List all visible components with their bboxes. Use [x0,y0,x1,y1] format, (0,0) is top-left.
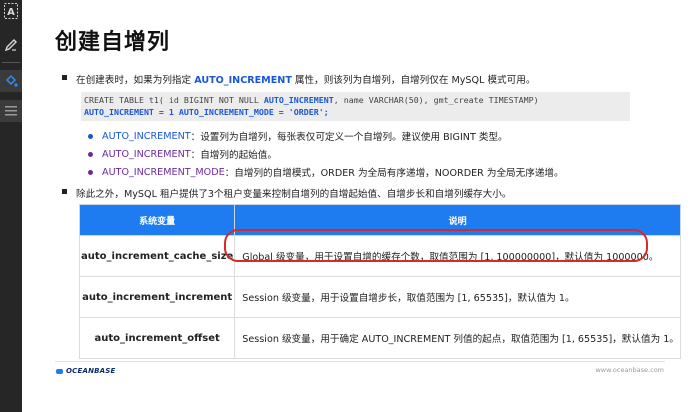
footer-url: www.oceanbase.com [595,366,664,374]
bullet-auto-increment-intro: 在创建表时，如果为列指定 AUTO_INCREMENT 属性，则该列为自增列，自… [62,72,535,86]
logo-mark-icon [56,368,63,374]
bullet1-post: 属性，则该列为自增列，自增列仅在 MySQL 模式可用。 [291,75,536,86]
code-line-1-keyword: AUTO_INCREMENT [263,95,334,105]
pen-tool-icon[interactable] [0,34,22,56]
code-line-1-pre: CREATE TABLE t1( id BIGINT NOT NULL [84,95,264,105]
sub-bullet-1: AUTO_INCREMENT ：设置列为自增列，每张表仅可定义一个自增列。建议使用… [88,129,508,143]
oceanbase-logo: OCEANBASE [56,367,116,375]
variable-name: auto_increment_increment [78,276,236,318]
dot-bullet-icon [88,151,93,157]
bullet-tenant-variables: 除此之外，MySQL 租户提供了3个租户变量来控制自增列的自增起始值、自增步长和… [62,186,511,200]
sub-bullet-1-key: AUTO_INCREMENT [102,130,191,142]
sub-bullet-3-text: ：自增列的自增模式，ORDER 为全局有序递增，NOORDER 为全局无序递增。 [224,168,564,179]
variables-table: 系统变量 说明 auto_increment_cache_size Global… [78,204,681,359]
table-row: auto_increment_increment Session 级变量，用于设… [78,276,681,318]
sub-bullet-1-text: ：设置列为自增列，每张表仅可定义一个自增列。建议使用 BIGINT 类型。 [190,132,508,143]
table-row: auto_increment_offset Session 级变量，用于确定 A… [78,317,681,359]
sub-bullet-3: AUTO_INCREMENT_MODE ：自增列的自增模式，ORDER 为全局有序… [88,165,564,179]
slide-title: 创建自增列 [55,30,171,55]
variable-name: auto_increment_offset [78,317,236,359]
variable-description: Session 级变量，用于确定 AUTO_INCREMENT 列值的起点，取值… [234,317,681,359]
footer-divider [55,361,665,362]
sub-bullet-2: AUTO_INCREMENT ：自增列的起始值。 [88,147,277,161]
bullet1-pre: 在创建表时，如果为列指定 [76,75,195,86]
code-line-1-post: , name VARCHAR(50), gmt_create TIMESTAMP… [333,95,539,105]
code-line-2: AUTO_INCREMENT = 1 AUTO_INCREMENT_MODE =… [84,107,329,117]
code-block: CREATE TABLE t1( id BIGINT NOT NULL AUTO… [81,92,630,121]
slide: 创建自增列 在创建表时，如果为列指定 AUTO_INCREMENT 属性，则该列… [22,0,690,412]
sub-bullet-2-key: AUTO_INCREMENT [102,148,191,160]
variable-name: auto_increment_cache_size [78,235,236,277]
bullet1-keyword: AUTO_INCREMENT [194,75,292,86]
table-header-variable: 系统变量 [78,204,236,236]
bullet2-text: 除此之外，MySQL 租户提供了3个租户变量来控制自增列的自增起始值、自增步长和… [76,189,512,200]
text-tool-icon[interactable]: A [0,0,22,22]
lines-tool-icon[interactable] [0,100,22,122]
logo-text: OCEANBASE [66,367,116,375]
dot-bullet-icon [88,133,93,139]
sub-bullet-3-key: AUTO_INCREMENT_MODE [102,166,225,178]
fill-tool-icon[interactable] [0,70,22,92]
code-line-1: CREATE TABLE t1( id BIGINT NOT NULL AUTO… [84,95,539,105]
variable-description: Session 级变量，用于设置自增步长，取值范围为 [1, 65535]，默认… [234,276,681,318]
square-bullet-icon [62,75,67,80]
svg-text:A: A [7,7,15,18]
sub-bullet-2-text: ：自增列的起始值。 [190,150,277,161]
square-bullet-icon [62,189,67,194]
red-highlight-annotation [224,229,648,262]
dot-bullet-icon [88,169,93,175]
annotation-toolbar: A [0,0,23,412]
